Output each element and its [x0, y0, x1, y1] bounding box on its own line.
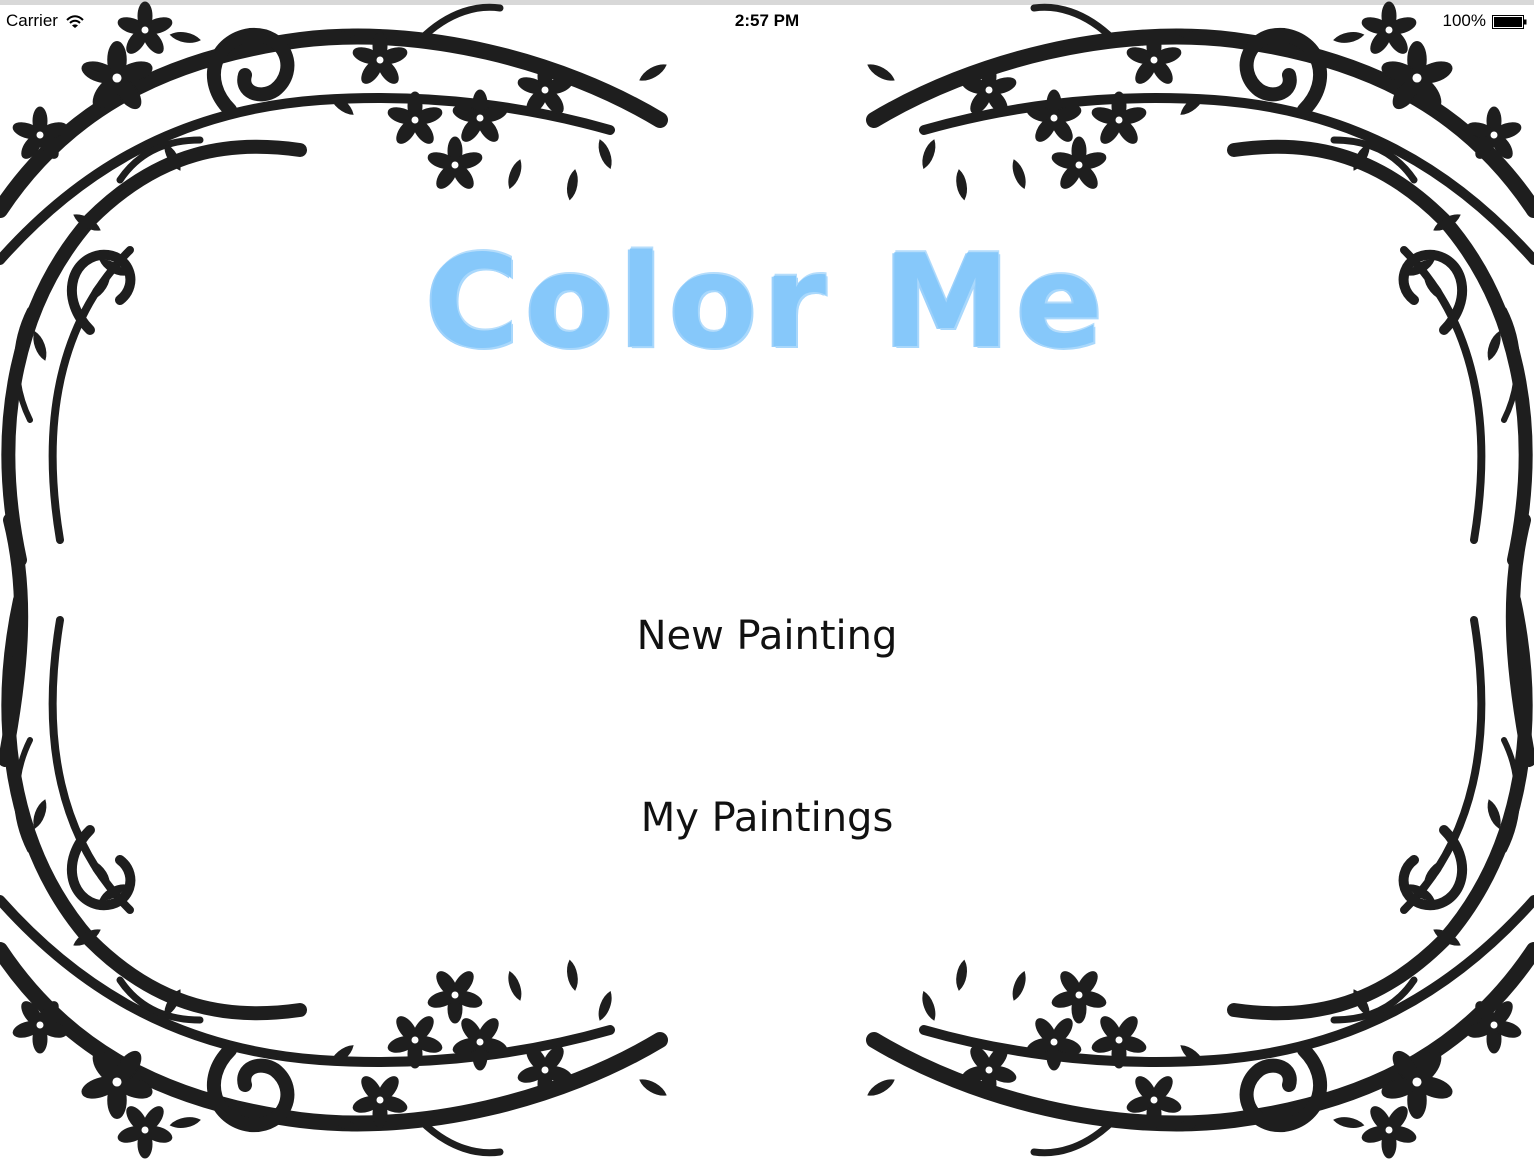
- status-time: 2:57 PM: [734, 11, 800, 30]
- app-title: Color Me: [425, 228, 1109, 377]
- battery-full-icon: [1492, 14, 1528, 29]
- my-paintings-button[interactable]: My Paintings: [567, 782, 967, 852]
- status-right: 100%: [1443, 11, 1528, 31]
- status-bar: Carrier 2:57 PM 100%: [0, 5, 1534, 39]
- battery-percent: 100%: [1442, 11, 1486, 30]
- floral-frame: [0, 0, 1534, 1160]
- new-painting-button[interactable]: New Painting: [567, 600, 967, 670]
